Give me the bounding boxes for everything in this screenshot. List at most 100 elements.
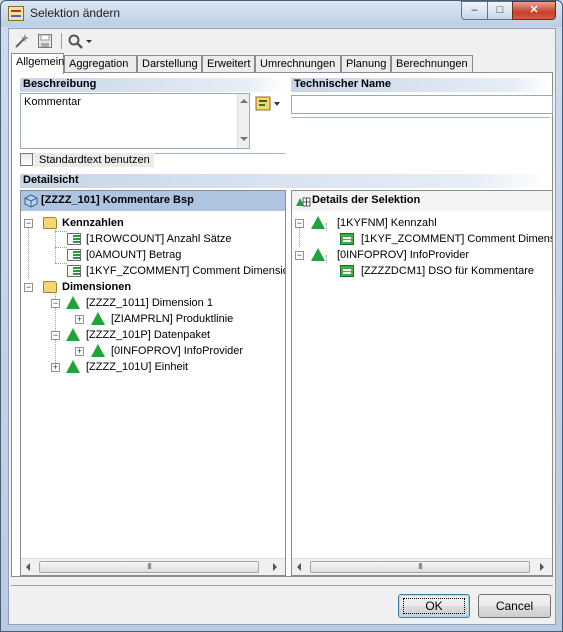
structure-tree-title: [ZZZZ_101] Kommentare Bsp — [41, 194, 194, 206]
tree-node-0infoprov[interactable]: + [0INFOPROV] InfoProvider — [21, 343, 285, 359]
focus-rectangle — [403, 598, 465, 614]
detailsicht-label: Detailsicht — [20, 174, 550, 188]
tree-node-kennzahlen[interactable]: − Kennzahlen — [21, 215, 285, 231]
collapse-toggle[interactable]: − — [51, 331, 60, 340]
characteristic-value-icon — [340, 265, 354, 277]
collapse-toggle[interactable]: − — [295, 219, 304, 228]
tree-node-label: Dimensionen — [62, 281, 132, 293]
scroll-up-arrow[interactable] — [240, 99, 248, 103]
window-title: Selektion ändern — [30, 6, 121, 20]
tree-node-label: [ZZZZ_101P] Datenpaket — [86, 329, 211, 341]
save-icon[interactable] — [37, 33, 53, 49]
selection-details-title: Details der Selektion — [312, 194, 421, 206]
tab-allgemein[interactable]: Allgemein — [11, 53, 64, 74]
toolbar — [9, 29, 555, 53]
tree-node-label: Kennzahlen — [62, 217, 124, 229]
selection-details-header: Details der Selektion — [292, 191, 552, 211]
tree-node-label: [1ROWCOUNT] Anzahl Sätze — [86, 233, 232, 245]
tab-aggregation[interactable]: Aggregation — [64, 55, 137, 73]
selection-node-1kyf-zcomment[interactable]: [1KYF_ZCOMMENT] Comment Dimensio — [292, 231, 552, 247]
tree-node-label: [1KYF_ZCOMMENT] Comment Dimensio — [361, 233, 553, 245]
scroll-thumb[interactable]: III — [39, 561, 259, 573]
key-figure-icon — [67, 233, 81, 245]
tab-planung[interactable]: Planung — [341, 55, 391, 73]
tree-node-zzzz-101u[interactable]: + [ZZZZ_101U] Einheit — [21, 359, 285, 375]
tree-node-label: [1KYF_ZCOMMENT] Comment Dimensio — [86, 265, 286, 277]
folder-icon — [43, 281, 57, 293]
scroll-down-arrow[interactable] — [240, 137, 248, 141]
key-figure-icon — [67, 265, 81, 277]
tree-node-zzzz-1011[interactable]: − [ZZZZ_1011] Dimension 1 — [21, 295, 285, 311]
text-variable-dropdown[interactable] — [254, 95, 282, 113]
tree-node-label: [0AMOUNT] Betrag — [86, 249, 182, 261]
close-button[interactable]: ✕ — [512, 1, 556, 20]
characteristic-icon — [91, 312, 105, 325]
tab-umrechnungen[interactable]: Umrechnungen — [255, 55, 341, 73]
technischer-name-underline — [291, 117, 550, 118]
beschreibung-textarea[interactable]: Kommentar — [20, 93, 250, 149]
scroll-left-arrow[interactable] — [297, 563, 301, 571]
dimension-icon — [66, 360, 80, 373]
selection-node-0infoprov[interactable]: − [0INFOPROV] InfoProvider — [292, 247, 552, 263]
selection-node-1kyfnm[interactable]: − [1KYFNM] Kennzahl — [292, 215, 552, 231]
title-bar[interactable]: Selektion ändern – □ ✕ — [1, 1, 562, 27]
collapse-toggle[interactable]: − — [51, 299, 60, 308]
collapse-toggle[interactable]: − — [24, 283, 33, 292]
tree-node-0amount[interactable]: [0AMOUNT] Betrag — [21, 247, 285, 263]
tree-node-label: [0INFOPROV] InfoProvider — [111, 345, 244, 357]
selection-details-icon — [296, 197, 311, 207]
collapse-toggle[interactable]: − — [295, 251, 304, 260]
technischer-name-label: Technischer Name — [291, 78, 550, 92]
tree-node-label: [ZIAMPRLN] Produktlinie — [111, 313, 234, 325]
expand-toggle[interactable]: + — [75, 347, 84, 356]
tab-erweitert[interactable]: Erweitert — [202, 55, 255, 73]
scroll-thumb[interactable]: III — [310, 561, 530, 573]
magic-wand-icon[interactable] — [14, 33, 30, 49]
toolbar-separator — [61, 33, 62, 49]
standardtext-checkbox[interactable] — [20, 153, 33, 166]
tree-node-1kyf-zcomment[interactable]: [1KYF_ZCOMMENT] Comment Dimensio — [21, 263, 285, 279]
structure-tree-header[interactable]: [ZZZZ_101] Kommentare Bsp — [21, 191, 285, 211]
tree-node-1rowcount[interactable]: [1ROWCOUNT] Anzahl Sätze — [21, 231, 285, 247]
collapse-toggle[interactable]: − — [24, 219, 33, 228]
characteristic-icon — [311, 248, 325, 261]
tree-node-zzzz-101p[interactable]: − [ZZZZ_101P] Datenpaket — [21, 327, 285, 343]
structure-tree-panel: [ZZZZ_101] Kommentare Bsp − Kennzahlen [… — [20, 190, 286, 576]
cancel-button-label: Cancel — [495, 599, 534, 613]
tree-node-dimensionen[interactable]: − Dimensionen — [21, 279, 285, 295]
key-figure-icon — [67, 249, 81, 261]
footer-separator — [11, 585, 553, 586]
technischer-name-input[interactable] — [291, 95, 553, 114]
minimize-button[interactable]: – — [461, 1, 488, 20]
selection-details-panel: Details der Selektion − [1KYFNM] Kennzah… — [291, 190, 553, 576]
characteristic-icon — [311, 216, 325, 229]
expand-toggle[interactable]: + — [75, 315, 84, 324]
text-variable-icon — [255, 96, 280, 111]
folder-icon — [43, 217, 57, 229]
characteristic-value-icon — [340, 233, 354, 245]
scroll-left-arrow[interactable] — [26, 563, 30, 571]
beschreibung-label: Beschreibung — [20, 78, 285, 92]
dialog-client-area: Allgemein Aggregation Darstellung Erweit… — [8, 28, 556, 625]
tree-node-label: [ZZZZ_1011] Dimension 1 — [86, 297, 213, 309]
scroll-right-arrow[interactable] — [540, 563, 544, 571]
selection-node-zzzzdcm1[interactable]: [ZZZZDCM1] DSO für Kommentare — [292, 263, 552, 279]
cancel-button[interactable]: Cancel — [478, 594, 551, 618]
dialog-window: Selektion ändern – □ ✕ Allgemein Aggrega… — [0, 0, 563, 632]
standardtext-label[interactable]: Standardtext benutzen — [34, 153, 154, 167]
tree-node-ziamprln[interactable]: + [ZIAMPRLN] Produktlinie — [21, 311, 285, 327]
tree-node-label: [ZZZZ_101U] Einheit — [86, 361, 189, 373]
scroll-right-arrow[interactable] — [273, 563, 277, 571]
query-cube-icon — [24, 194, 38, 208]
selection-details-hscrollbar[interactable]: III — [292, 558, 552, 575]
beschreibung-scrollbar[interactable] — [237, 94, 249, 148]
maximize-button[interactable]: □ — [487, 1, 513, 20]
ok-button[interactable]: OK — [398, 594, 470, 618]
dialog-icon — [8, 6, 24, 21]
tree-node-label: [1KYFNM] Kennzahl — [337, 217, 437, 229]
tab-darstellung[interactable]: Darstellung — [137, 55, 202, 73]
expand-toggle[interactable]: + — [51, 363, 60, 372]
tab-berechnungen[interactable]: Berechnungen — [391, 55, 473, 73]
tools-dropdown-icon[interactable] — [67, 33, 95, 49]
structure-tree-hscrollbar[interactable]: III — [21, 558, 285, 575]
